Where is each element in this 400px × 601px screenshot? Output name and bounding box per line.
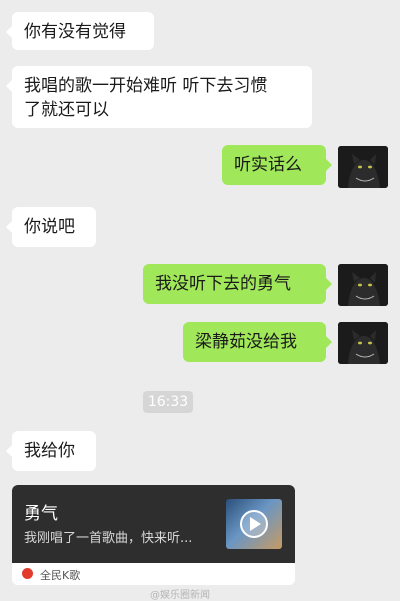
- message-bubble-incoming[interactable]: 我唱的歌一开始难听 听下去习惯 了就还可以: [6, 66, 312, 128]
- cat-avatar-icon: [338, 146, 388, 188]
- source-app-name: 全民K歌: [40, 569, 81, 582]
- song-card-footer: 全民K歌: [12, 563, 295, 585]
- message-timestamp: 16:33: [143, 391, 193, 413]
- message-text: 你有没有觉得: [24, 22, 126, 42]
- play-icon[interactable]: [226, 499, 282, 549]
- cat-avatar-icon: [338, 264, 388, 306]
- cat-avatar-icon: [338, 322, 388, 364]
- message-bubble-incoming[interactable]: 你说吧: [6, 207, 96, 247]
- kge-logo-icon: [22, 568, 33, 579]
- message-text: 你说吧: [24, 217, 75, 237]
- shared-song-card[interactable]: 勇气 我刚唱了一首歌曲，快来听... 全民K歌: [12, 485, 295, 585]
- message-bubble-outgoing[interactable]: 梁静茹没给我: [183, 322, 332, 362]
- message-bubble-outgoing[interactable]: 听实话么: [222, 145, 332, 185]
- watermark: @娱乐圈新闻: [150, 590, 210, 601]
- message-text-line: 我唱的歌一开始难听 听下去习惯: [24, 76, 268, 96]
- avatar[interactable]: [338, 322, 388, 364]
- message-text: 我没听下去的勇气: [155, 274, 291, 294]
- message-text: 梁静茹没给我: [195, 332, 297, 352]
- song-title: 勇气: [24, 504, 58, 524]
- song-description: 我刚唱了一首歌曲，快来听...: [24, 531, 193, 546]
- message-bubble-outgoing[interactable]: 我没听下去的勇气: [143, 264, 332, 304]
- song-thumbnail[interactable]: [226, 499, 282, 549]
- message-bubble-incoming[interactable]: 我给你: [6, 431, 96, 471]
- message-text-line: 了就还可以: [24, 100, 109, 120]
- avatar[interactable]: [338, 264, 388, 306]
- message-text: 我给你: [24, 441, 75, 461]
- message-bubble-incoming[interactable]: 你有没有觉得: [6, 12, 154, 50]
- message-text: 听实话么: [234, 155, 302, 175]
- avatar[interactable]: [338, 146, 388, 188]
- song-card-body[interactable]: 勇气 我刚唱了一首歌曲，快来听...: [12, 485, 295, 563]
